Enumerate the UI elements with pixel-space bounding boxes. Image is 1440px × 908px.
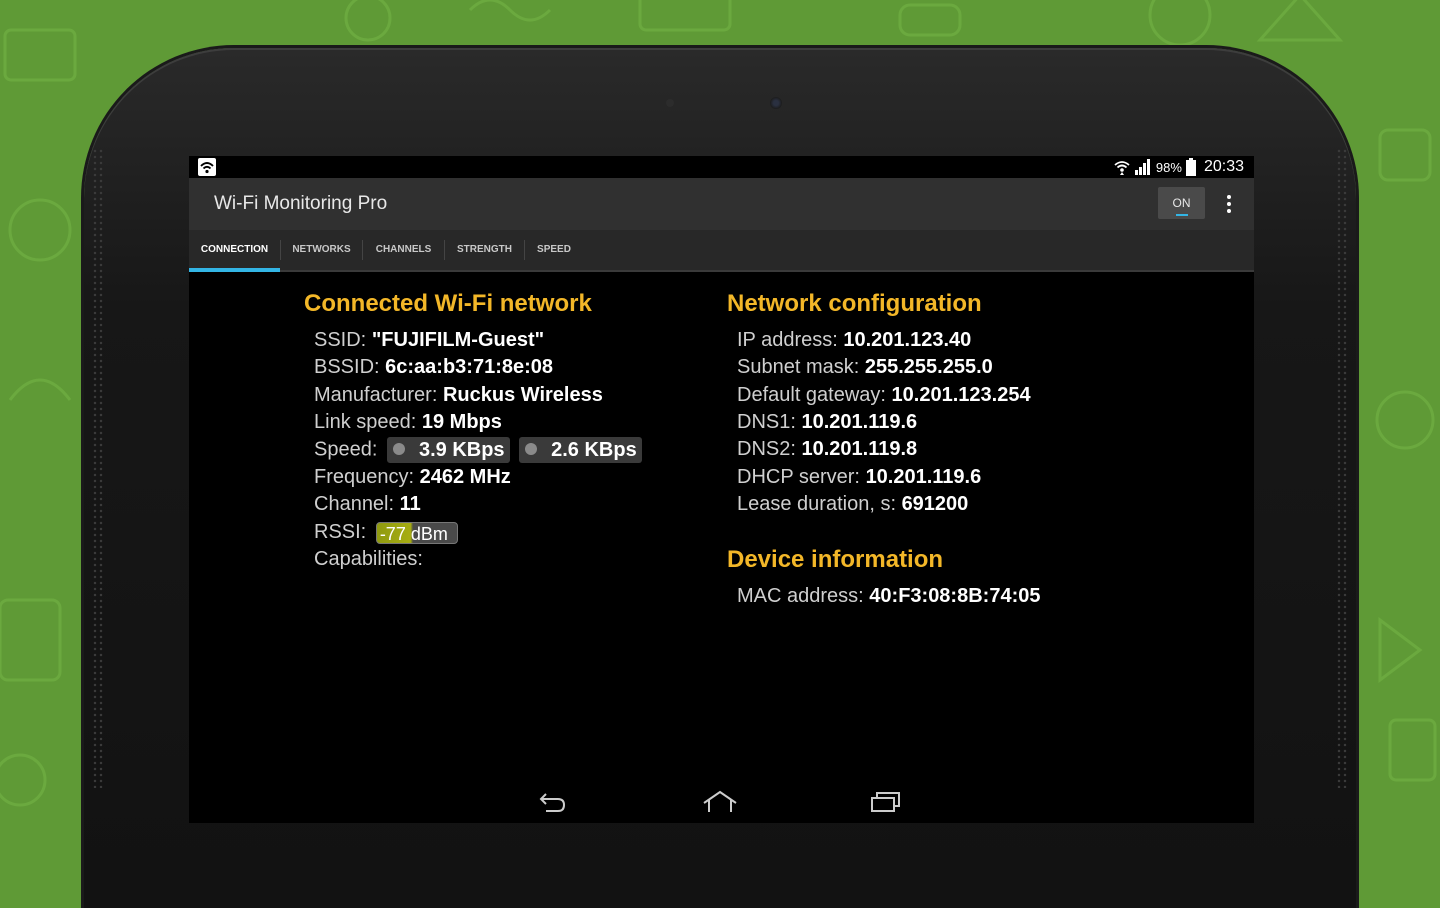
app-title: Wi-Fi Monitoring Pro xyxy=(214,193,388,214)
tab-channels[interactable]: CHANNELS xyxy=(363,230,444,270)
channel-row: Channel: 11 xyxy=(314,492,421,516)
manufacturer-row: Manufacturer: Ruckus Wireless xyxy=(314,383,603,407)
dns2-value: 10.201.119.8 xyxy=(801,438,918,460)
status-bar: 98% 20:33 xyxy=(189,156,1254,178)
link-speed-row: Link speed: 19 Mbps xyxy=(314,410,502,434)
mac-value: 40:F3:08:8B:74:05 xyxy=(869,585,1041,607)
action-bar: Wi-Fi Monitoring Pro ON xyxy=(189,178,1254,230)
gateway-value: 10.201.123.254 xyxy=(891,384,1031,406)
link-speed-value: 19 Mbps xyxy=(421,411,502,433)
manufacturer-label: Manufacturer: xyxy=(314,384,438,406)
speed-label: Speed: xyxy=(314,438,378,461)
recents-icon[interactable] xyxy=(870,790,902,814)
light-sensor xyxy=(666,99,674,107)
monitoring-toggle-button[interactable]: ON xyxy=(1158,187,1205,219)
speaker-grille-right xyxy=(1336,148,1348,788)
dhcp-value: 10.201.119.6 xyxy=(865,466,982,488)
upload-arrow-icon xyxy=(525,443,538,455)
wifi-signal-icon xyxy=(1114,161,1130,175)
overflow-menu-icon[interactable] xyxy=(1221,193,1237,215)
tab-connection[interactable]: CONNECTION xyxy=(189,230,280,272)
toggle-label: ON xyxy=(1172,196,1191,210)
bssid-value: 6c:aa:b3:71:8e:08 xyxy=(385,356,554,378)
lease-label: Lease duration, s: xyxy=(737,493,896,515)
subnet-row: Subnet mask: 255.255.255.0 xyxy=(737,355,993,379)
dns1-row: DNS1: 10.201.119.6 xyxy=(737,410,917,434)
tab-networks[interactable]: NETWORKS xyxy=(281,230,362,270)
speed-row: Speed: 3.9 KBps 2.6 KBps xyxy=(314,437,642,463)
network-config-title: Network configuration xyxy=(727,290,982,317)
wifi-notification-icon xyxy=(198,158,216,176)
ssid-label: SSID: xyxy=(314,329,367,351)
toggle-indicator xyxy=(1176,214,1188,216)
dhcp-row: DHCP server: 10.201.119.6 xyxy=(737,465,981,489)
battery-icon xyxy=(1185,158,1196,176)
screen: 98% 20:33 Wi-Fi Monitoring Pro ON CONNEC… xyxy=(189,156,1254,823)
frequency-label: Frequency: xyxy=(314,466,415,488)
link-speed-label: Link speed: xyxy=(314,411,417,433)
gateway-label: Default gateway: xyxy=(737,384,886,406)
capabilities-row: Capabilities: xyxy=(314,547,423,571)
upload-speed-value: 2.6 KBps xyxy=(551,439,637,461)
ip-value: 10.201.123.40 xyxy=(843,329,972,351)
rssi-meter: -77 dBm xyxy=(375,521,458,544)
tab-strength[interactable]: STRENGTH xyxy=(445,230,524,270)
lease-value: 691200 xyxy=(901,493,969,515)
bssid-label: BSSID: xyxy=(314,356,380,378)
battery-percent: 98% xyxy=(1155,159,1182,175)
dns2-row: DNS2: 10.201.119.8 xyxy=(737,437,917,461)
upload-speed-box: 2.6 KBps xyxy=(519,437,642,463)
download-speed-box: 3.9 KBps xyxy=(386,437,510,463)
home-icon[interactable] xyxy=(702,790,738,814)
connected-network-title: Connected Wi-Fi network xyxy=(304,290,592,317)
rssi-row: RSSI: -77 dBm xyxy=(314,520,458,544)
bssid-row: BSSID: 6c:aa:b3:71:8e:08 xyxy=(314,355,553,379)
gateway-row: Default gateway: 10.201.123.254 xyxy=(737,383,1031,407)
tab-speed[interactable]: SPEED xyxy=(525,230,583,270)
cell-signal-icon xyxy=(1134,159,1150,175)
speaker-grille-left xyxy=(92,148,104,788)
lease-row: Lease duration, s: 691200 xyxy=(737,492,968,516)
back-icon[interactable] xyxy=(538,790,568,814)
front-camera xyxy=(770,97,782,109)
ip-row: IP address: 10.201.123.40 xyxy=(737,328,971,352)
frequency-row: Frequency: 2462 MHz xyxy=(314,465,511,489)
subnet-value: 255.255.255.0 xyxy=(864,356,993,378)
tab-bar: CONNECTION NETWORKS CHANNELS STRENGTH SP… xyxy=(189,230,1254,272)
capabilities-label: Capabilities: xyxy=(314,548,423,570)
ssid-value: "FUJIFILM-Guest" xyxy=(371,329,545,351)
manufacturer-value: Ruckus Wireless xyxy=(442,384,603,406)
dns1-label: DNS1: xyxy=(737,411,796,433)
download-arrow-icon xyxy=(392,443,405,455)
status-clock: 20:33 xyxy=(1203,158,1244,175)
dns1-value: 10.201.119.6 xyxy=(801,411,918,433)
mac-label: MAC address: xyxy=(737,585,864,607)
channel-value: 11 xyxy=(399,493,421,515)
mac-row: MAC address: 40:F3:08:8B:74:05 xyxy=(737,584,1040,608)
ip-label: IP address: xyxy=(737,329,838,351)
channel-label: Channel: xyxy=(314,493,395,515)
rssi-label: RSSI: xyxy=(314,521,367,543)
device-info-title: Device information xyxy=(727,546,944,573)
ssid-row: SSID: "FUJIFILM-Guest" xyxy=(314,328,544,352)
frequency-value: 2462 MHz xyxy=(419,466,511,488)
dns2-label: DNS2: xyxy=(737,438,796,460)
download-speed-value: 3.9 KBps xyxy=(418,439,505,461)
dhcp-label: DHCP server: xyxy=(737,466,860,488)
subnet-label: Subnet mask: xyxy=(737,356,860,378)
